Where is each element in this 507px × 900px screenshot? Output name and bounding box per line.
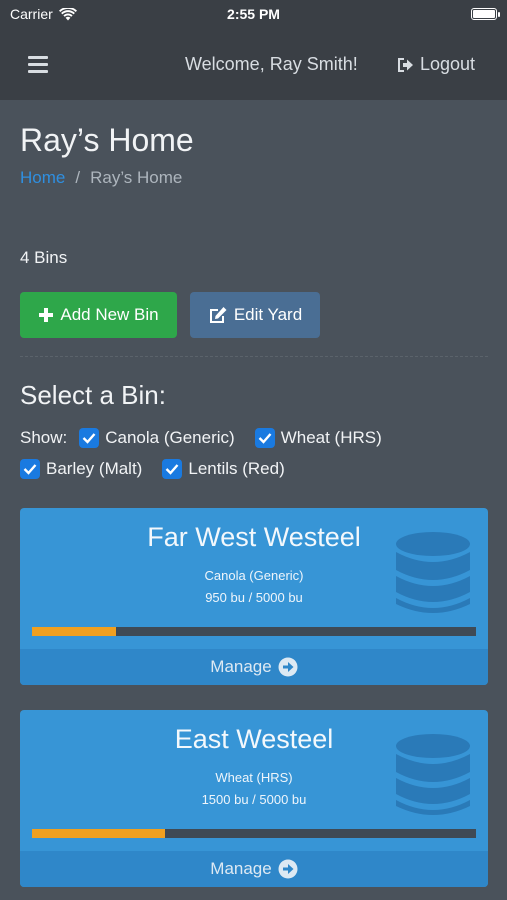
breadcrumb: Home / Ray’s Home xyxy=(20,168,182,188)
checkbox-icon[interactable] xyxy=(162,459,183,479)
logout-icon xyxy=(398,57,413,72)
bin-card[interactable]: East Westeel Wheat (HRS) 1500 bu / 5000 … xyxy=(20,710,488,887)
section-divider xyxy=(20,356,488,357)
edit-yard-button[interactable]: Edit Yard xyxy=(190,292,320,338)
logout-label: Logout xyxy=(420,54,476,74)
filter-row: Show: Canola (Generic) Wheat (HRS) xyxy=(20,428,396,448)
show-label: Show: xyxy=(20,428,68,447)
status-time: 2:55 PM xyxy=(227,6,280,22)
filter-row: Barley (Malt) Lentils (Red) xyxy=(20,459,299,479)
plus-icon xyxy=(39,308,54,322)
battery-icon xyxy=(471,8,500,20)
filter-label: Wheat (HRS) xyxy=(280,428,382,447)
edit-icon xyxy=(209,307,227,323)
fill-progress-value xyxy=(32,829,166,838)
fill-progress-value xyxy=(32,627,117,636)
filter-lentils[interactable]: Lentils (Red) xyxy=(162,459,285,479)
bin-count: 4 Bins xyxy=(20,248,68,267)
checkbox-icon[interactable] xyxy=(79,428,100,448)
database-icon xyxy=(396,532,470,613)
manage-label: Manage xyxy=(210,657,272,676)
fill-progress-bar xyxy=(32,627,476,636)
filter-label: Canola (Generic) xyxy=(105,428,235,447)
welcome-message: Welcome, Ray Smith! xyxy=(185,54,358,74)
manage-label: Manage xyxy=(210,859,272,878)
logout-button[interactable]: Logout xyxy=(396,54,475,75)
checkbox-icon[interactable] xyxy=(20,459,40,479)
manage-button[interactable]: Manage xyxy=(20,649,488,685)
breadcrumb-current: Ray’s Home xyxy=(90,168,183,187)
breadcrumb-separator: / xyxy=(75,168,81,187)
page-title: Ray’s Home xyxy=(20,122,194,158)
select-bin-title: Select a Bin: xyxy=(20,380,166,410)
filter-canola[interactable]: Canola (Generic) xyxy=(79,428,235,448)
add-new-bin-button[interactable]: Add New Bin xyxy=(20,292,177,338)
database-icon xyxy=(396,734,470,815)
bin-card[interactable]: Far West Westeel Canola (Generic) 950 bu… xyxy=(20,508,488,685)
status-bar: Carrier 2:55 PM xyxy=(0,0,507,30)
filter-label: Barley (Malt) xyxy=(46,459,143,478)
top-navbar: Welcome, Ray Smith! Logout xyxy=(0,30,507,100)
filter-wheat[interactable]: Wheat (HRS) xyxy=(254,428,382,448)
hamburger-icon[interactable] xyxy=(28,56,48,73)
checkbox-icon[interactable] xyxy=(254,428,275,448)
add-new-bin-label: Add New Bin xyxy=(60,305,159,324)
filter-label: Lentils (Red) xyxy=(188,459,285,478)
filter-barley[interactable]: Barley (Malt) xyxy=(20,459,142,479)
edit-yard-label: Edit Yard xyxy=(233,305,303,324)
arrow-circle-right-icon xyxy=(278,859,298,879)
manage-button[interactable]: Manage xyxy=(20,851,488,887)
breadcrumb-home-link[interactable]: Home xyxy=(20,168,65,188)
arrow-circle-right-icon xyxy=(278,657,298,677)
fill-progress-bar xyxy=(32,829,476,838)
